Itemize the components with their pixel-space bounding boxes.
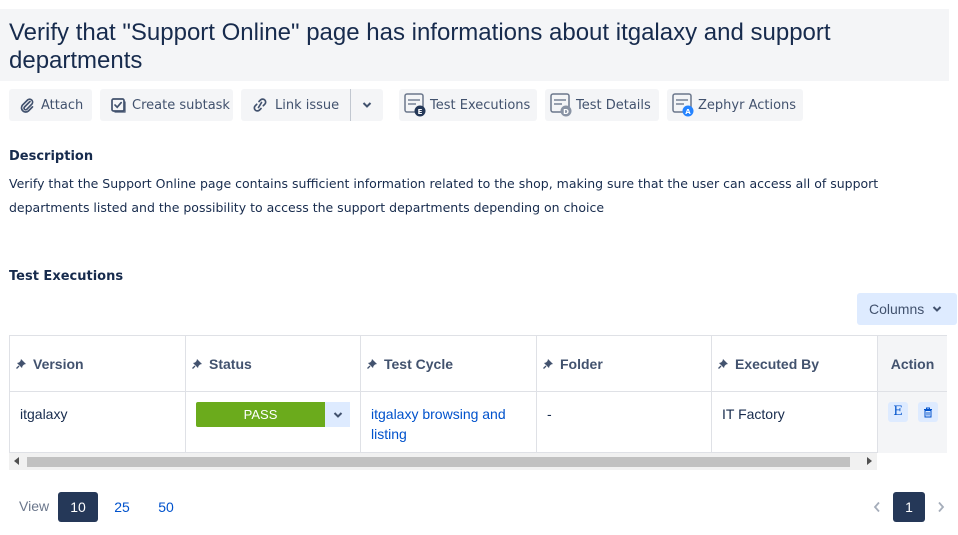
create-subtask-button[interactable]: Create subtask <box>100 89 233 121</box>
header-folder-label: Folder <box>560 355 603 372</box>
header-action: Action <box>878 336 947 392</box>
test-executions-label: Test Executions <box>430 97 531 113</box>
cell-folder: - <box>537 392 712 453</box>
test-executions-button[interactable]: E Test Executions <box>399 89 537 121</box>
description-text[interactable]: Verify that the Support Online page cont… <box>9 172 939 220</box>
zephyr-executions-icon: E <box>404 93 426 117</box>
header-executed-by-label: Executed By <box>735 355 820 372</box>
next-page-button[interactable] <box>930 492 952 522</box>
issue-title: Verify that "Support Online" page has in… <box>9 19 831 74</box>
svg-text:D: D <box>563 108 569 116</box>
cell-executed-by: IT Factory <box>712 392 878 453</box>
header-status-label: Status <box>209 355 252 372</box>
test-cycle-link[interactable]: itgalaxy browsing and listing <box>371 406 506 442</box>
header-status[interactable]: Status <box>186 336 361 392</box>
page-size-10[interactable]: 10 <box>58 492 98 522</box>
header-executed-by[interactable]: Executed By <box>712 336 878 392</box>
paperclip-icon <box>20 98 34 113</box>
scrollbar-thumb[interactable] <box>27 457 850 467</box>
version-value: itgalaxy <box>20 406 68 422</box>
current-page-button[interactable]: 1 <box>893 492 925 522</box>
executions-table: Version Status Test Cycle Folder Execute… <box>9 335 947 453</box>
page-size-50[interactable]: 50 <box>150 492 182 522</box>
more-options-dropdown[interactable] <box>351 89 383 121</box>
cell-version: itgalaxy <box>10 392 186 453</box>
header-version-label: Version <box>33 355 84 372</box>
scroll-left-arrow[interactable] <box>14 457 19 465</box>
cell-test-cycle: itgalaxy browsing and listing <box>361 392 537 453</box>
chevron-down-icon <box>362 102 372 108</box>
chevron-right-icon <box>938 501 945 513</box>
page-size-label: View <box>19 498 50 514</box>
status-select[interactable]: PASS <box>196 402 350 427</box>
chevron-left-icon <box>873 501 880 513</box>
folder-value: - <box>547 406 552 422</box>
columns-label: Columns <box>869 301 925 317</box>
create-subtask-label: Create subtask <box>132 97 230 113</box>
link-issue-button[interactable]: Link issue <box>241 89 383 121</box>
cell-status: PASS <box>186 392 361 453</box>
execute-action-button[interactable]: E <box>888 402 908 422</box>
zephyr-actions-icon: A <box>672 93 694 117</box>
test-details-label: Test Details <box>576 97 651 113</box>
scroll-right-arrow[interactable] <box>867 457 872 465</box>
header-action-label: Action <box>890 355 935 372</box>
pin-icon[interactable] <box>16 358 27 369</box>
issue-title-bar: Verify that "Support Online" page has in… <box>0 9 949 81</box>
test-details-button[interactable]: D Test Details <box>545 89 659 121</box>
pin-icon[interactable] <box>543 358 554 369</box>
attach-label: Attach <box>41 97 84 113</box>
pin-icon[interactable] <box>192 358 203 369</box>
zephyr-details-icon: D <box>550 93 572 117</box>
zephyr-actions-label: Zephyr Actions <box>698 97 797 113</box>
link-issue-label: Link issue <box>275 97 340 113</box>
trash-icon <box>923 407 932 417</box>
svg-text:E: E <box>418 108 423 116</box>
checkbox-icon <box>111 98 126 113</box>
description-heading: Description <box>9 149 94 164</box>
horizontal-scrollbar[interactable] <box>9 453 877 470</box>
zephyr-actions-button[interactable]: A Zephyr Actions <box>667 89 803 121</box>
svg-text:A: A <box>685 108 691 116</box>
status-dropdown-toggle[interactable] <box>325 402 350 427</box>
header-test-cycle-label: Test Cycle <box>384 355 453 372</box>
header-test-cycle[interactable]: Test Cycle <box>361 336 537 392</box>
cell-action: E <box>878 392 947 453</box>
page-size-25[interactable]: 25 <box>106 492 138 522</box>
delete-action-button[interactable] <box>917 402 938 422</box>
test-executions-heading: Test Executions <box>9 269 124 284</box>
chevron-down-icon <box>933 306 942 312</box>
executed-by-value: IT Factory <box>722 406 785 422</box>
header-version[interactable]: Version <box>10 336 186 392</box>
attach-button[interactable]: Attach <box>9 89 92 121</box>
chevron-down-icon <box>333 411 342 418</box>
columns-button[interactable]: Columns <box>857 293 957 325</box>
pin-icon[interactable] <box>718 358 729 369</box>
status-badge[interactable]: PASS <box>196 402 325 427</box>
link-icon <box>253 98 267 112</box>
pin-icon[interactable] <box>367 358 378 369</box>
header-folder[interactable]: Folder <box>537 336 712 392</box>
previous-page-button[interactable] <box>866 492 888 522</box>
